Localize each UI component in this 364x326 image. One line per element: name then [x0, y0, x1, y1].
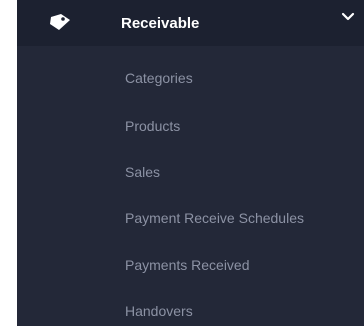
submenu-item-sales[interactable]: Sales: [125, 161, 160, 183]
submenu-item-payment-receive-schedules[interactable]: Payment Receive Schedules: [125, 207, 304, 229]
tag-icon: [50, 14, 70, 30]
chevron-down-icon[interactable]: [341, 12, 355, 22]
submenu-item-products[interactable]: Products: [125, 115, 180, 137]
sidebar: Receivable Categories Products Sales Pay…: [17, 0, 364, 326]
menu-header-receivable[interactable]: Receivable: [17, 0, 364, 46]
submenu-item-payments-received[interactable]: Payments Received: [125, 254, 250, 276]
menu-header-label: Receivable: [121, 15, 200, 32]
submenu-item-handovers[interactable]: Handovers: [125, 300, 193, 322]
submenu-item-categories[interactable]: Categories: [125, 67, 193, 89]
